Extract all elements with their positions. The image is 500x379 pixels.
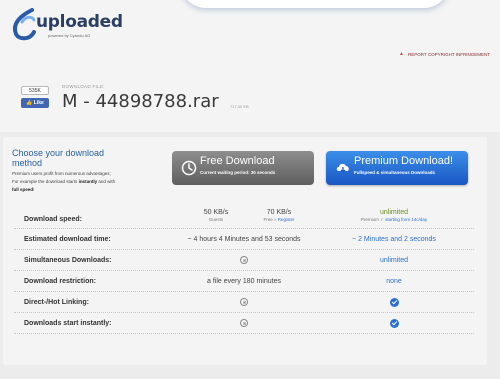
premium-direct-linking bbox=[324, 298, 464, 307]
check-icon bbox=[389, 319, 399, 328]
premium-price-link[interactable]: starting from 14c/day bbox=[385, 217, 427, 222]
like-count: 535K bbox=[21, 86, 49, 95]
free-speed: 70 KB/s Free » Register bbox=[254, 209, 304, 222]
free-estimated-time: ~ 4 hours 4 Minutes and 53 seconds bbox=[187, 236, 301, 243]
free-simultaneous bbox=[174, 256, 314, 264]
no-icon bbox=[240, 298, 248, 306]
comparison-table: Download speed: 50 KB/s Guests 70 KB/s F… bbox=[14, 205, 474, 334]
table-row-download-speed: Download speed: 50 KB/s Guests 70 KB/s F… bbox=[14, 205, 474, 229]
premium-download-sublabel: Fullspeed & simultaneous Downloads bbox=[354, 170, 436, 175]
desc-bold-instantly: instantly bbox=[78, 179, 98, 184]
no-icon bbox=[240, 256, 248, 264]
row-label: Download speed: bbox=[24, 216, 82, 223]
table-row-direct-linking: Direct-/Hot Linking: bbox=[14, 292, 474, 313]
premium-download-button[interactable]: Premium Download! Fullspeed & simultaneo… bbox=[326, 151, 468, 185]
register-link[interactable]: Register bbox=[278, 217, 295, 222]
desc-bold-full-speed: full speed bbox=[12, 187, 34, 192]
free-speed-value: 70 KB/s bbox=[266, 209, 292, 216]
premium-note-text: Premium bbox=[360, 217, 379, 222]
file-name: M - 44898788.rar bbox=[62, 91, 219, 112]
cloud-download-icon bbox=[336, 163, 349, 173]
guest-speed-note: Guests bbox=[208, 217, 224, 222]
desc-exclamation: ! bbox=[33, 187, 35, 192]
premium-download-label: Premium Download! bbox=[354, 155, 454, 167]
free-download-label: Free Download bbox=[200, 155, 275, 167]
premium-instant-start bbox=[324, 319, 464, 328]
table-row-simultaneous: Simultaneous Downloads: unlimited bbox=[14, 250, 474, 271]
warning-icon: ▲ bbox=[399, 51, 404, 57]
table-row-instant-start: Downloads start instantly: bbox=[14, 313, 474, 334]
no-icon bbox=[240, 319, 248, 327]
free-direct-linking bbox=[174, 298, 314, 306]
premium-speed-value: unlimited bbox=[379, 209, 408, 216]
premium-speed: unlimited Premium ✓ starting from 14c/da… bbox=[344, 209, 444, 223]
table-row-estimated-time: Estimated download time: ~ 4 hours 4 Min… bbox=[14, 229, 474, 250]
desc-line-2: For example the download starts bbox=[12, 179, 78, 184]
thumbs-up-icon: 👍 bbox=[26, 100, 33, 106]
free-restriction: a file every 180 minutes bbox=[207, 278, 281, 285]
file-size: 717,40 KB bbox=[230, 104, 249, 109]
free-note-text: Free » bbox=[263, 217, 277, 222]
check-icon bbox=[389, 298, 399, 307]
row-label: Download restriction: bbox=[24, 278, 96, 285]
row-label: Estimated download time: bbox=[24, 236, 111, 243]
row-label: Direct-/Hot Linking: bbox=[24, 299, 89, 306]
guest-speed-value: 50 KB/s bbox=[203, 209, 229, 216]
free-download-button[interactable]: Free Download Current waiting period: 30… bbox=[172, 151, 314, 185]
choose-method-description: Premium users profit from numerous advan… bbox=[12, 170, 152, 194]
like-button[interactable]: 👍 Like bbox=[21, 98, 49, 108]
row-label: Simultaneous Downloads: bbox=[24, 257, 112, 264]
logo-text: uploaded bbox=[36, 12, 123, 32]
desc-line-1: Premium users profit from numerous advan… bbox=[12, 171, 111, 176]
premium-speed-note: Premium ✓ starting from 14c/day bbox=[344, 217, 444, 223]
free-download-sublabel: Current waiting period: 30 seconds bbox=[200, 170, 276, 175]
report-copyright-link[interactable]: ▲ REPORT COPYRIGHT INFRINGEMENT bbox=[399, 51, 490, 57]
check-mini-icon: ✓ bbox=[380, 217, 384, 222]
guest-speed: 50 KB/s Guests bbox=[196, 209, 236, 222]
uploaded-logo[interactable]: uploaded powered by Cyando AG bbox=[10, 6, 150, 46]
free-speed-note: Free » Register bbox=[254, 217, 304, 222]
table-row-restriction: Download restriction: a file every 180 m… bbox=[14, 271, 474, 292]
logo-subtitle: powered by Cyando AG bbox=[48, 33, 91, 38]
like-label: Like bbox=[33, 100, 44, 106]
clock-icon bbox=[181, 160, 197, 176]
row-label: Downloads start instantly: bbox=[24, 320, 112, 327]
free-instant-start bbox=[174, 319, 314, 327]
download-file-label: DOWNLOAD FILE: bbox=[62, 84, 105, 89]
desc-line-3: and with bbox=[98, 179, 116, 184]
report-label: REPORT COPYRIGHT INFRINGEMENT bbox=[407, 51, 490, 57]
premium-estimated-time: ~ 2 Minutes and 2 seconds bbox=[352, 236, 436, 243]
premium-restriction: none bbox=[386, 278, 402, 285]
premium-simultaneous: unlimited bbox=[379, 257, 408, 264]
facebook-like-widget[interactable]: 535K 👍 Like bbox=[21, 86, 49, 108]
choose-method-title: Choose your download method bbox=[12, 148, 105, 168]
top-nav-bubble bbox=[180, 0, 450, 8]
